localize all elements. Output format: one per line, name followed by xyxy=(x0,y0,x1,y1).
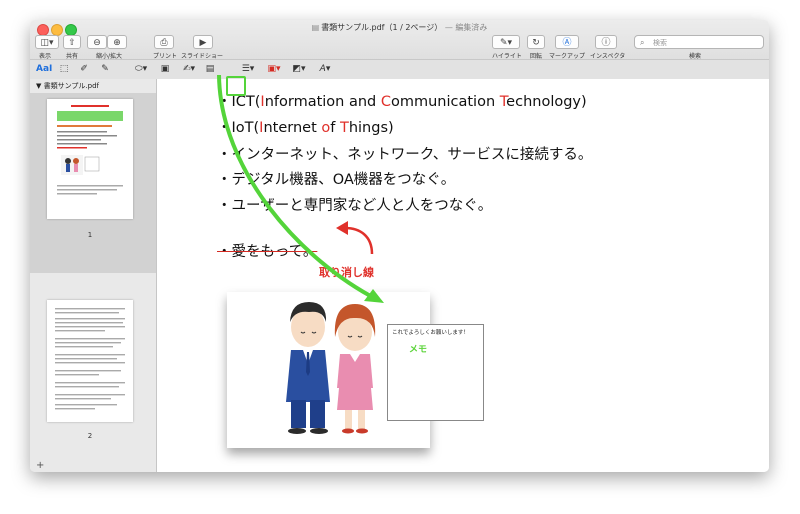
document-view: ・ICT(Information and Communication Techn… xyxy=(157,79,769,472)
zoom-out-icon: ⊖ xyxy=(93,38,101,48)
rotate-icon: ↻ xyxy=(532,38,540,48)
memo-note[interactable]: これでよろしくお願いします！ メモ xyxy=(387,324,484,421)
strike-annotation-label: 取り消し線 xyxy=(319,266,374,279)
note-tool-highlight xyxy=(226,76,246,96)
sketch-icon[interactable]: ✐ xyxy=(78,63,90,76)
zoom-in-button[interactable]: ⊕ xyxy=(107,35,127,49)
font-style-icon[interactable]: A▾ xyxy=(314,63,336,76)
text-box-icon[interactable]: ▣ xyxy=(159,63,171,76)
search-input[interactable]: ⌕ 検索 xyxy=(634,35,764,49)
document-line: ・ICT(Information and Communication Techn… xyxy=(217,90,587,111)
line-text: C xyxy=(380,94,391,110)
border-color-icon[interactable]: ▣▾ xyxy=(263,63,285,76)
search-icon: ⌕ xyxy=(640,38,645,47)
share-icon: ⇧ xyxy=(68,38,76,48)
line-text: ・インターネット、ネットワーク、サービスに接続する。 xyxy=(217,147,593,163)
share-button[interactable]: ⇧ xyxy=(63,35,81,49)
page-number-1: 1 xyxy=(87,231,93,239)
inspector-button[interactable]: ⓘ xyxy=(595,35,617,49)
page-number-2: 2 xyxy=(87,432,93,440)
print-button[interactable]: ⎙ xyxy=(154,35,174,49)
markup-toolbar: AaI ⬚ ✐ ✎ ⬭▾ ▣ ✍▾ ▤ ☰▾ ▣▾ ◩▾ A▾ xyxy=(30,59,769,79)
signature-icon[interactable]: ✍▾ xyxy=(178,63,200,76)
document-icon: ▤ xyxy=(311,23,320,32)
markup-icon: Ⓐ xyxy=(562,38,572,48)
rotate-button[interactable]: ↻ xyxy=(527,35,545,49)
line-prefix: ・ICT( xyxy=(217,94,261,110)
thumbnail-content-2 xyxy=(55,308,125,410)
markup-button[interactable]: Ⓐ xyxy=(555,35,579,49)
window-title: ▤ 書類サンプル.pdf（1 / 2ページ） — 編集済み xyxy=(311,23,488,32)
note-icon[interactable]: ▤ xyxy=(204,63,216,76)
play-icon: ▶ xyxy=(199,38,207,48)
sidebar-doc-title: ▼ 書類サンプル.pdf xyxy=(36,82,99,90)
rect-select-icon[interactable]: ⬚ xyxy=(58,63,70,76)
sidebar: ▼ 書類サンプル.pdf 1 2 + xyxy=(30,79,157,472)
line-text: nternet xyxy=(263,120,322,136)
preview-window: ▤ 書類サンプル.pdf（1 / 2ページ） — 編集済み ◫▾ 表示 ⇧ 共有 … xyxy=(30,20,769,472)
sidebar-icon: ◫▾ xyxy=(40,38,54,48)
shapes-icon[interactable]: ⬭▾ xyxy=(130,63,152,76)
add-icon[interactable]: + xyxy=(36,460,44,471)
line-prefix: ・IoT( xyxy=(217,120,260,136)
document-line: ・ユーザーと専門家など人と人をつなぐ。 xyxy=(217,194,492,215)
line-text: hings) xyxy=(348,120,394,136)
info-icon: ⓘ xyxy=(601,38,611,48)
line-style-icon[interactable]: ☰▾ xyxy=(237,63,259,76)
fill-color-icon[interactable]: ◩▾ xyxy=(288,63,310,76)
zoom-in-icon: ⊕ xyxy=(113,38,121,48)
zoom-out-button[interactable]: ⊖ xyxy=(87,35,107,49)
memo-text: これでよろしくお願いします！ xyxy=(392,330,469,336)
memo-label: メモ xyxy=(409,345,428,355)
line-text: T xyxy=(339,120,349,136)
page-thumbnail-2[interactable] xyxy=(47,300,133,422)
slideshow-button[interactable]: ▶ xyxy=(193,35,213,49)
document-line: ・インターネット、ネットワーク、サービスに接続する。 xyxy=(217,143,592,164)
text-selection-tool[interactable]: AaI xyxy=(36,63,52,76)
document-line: ・IoT(Internet of Things) xyxy=(217,116,394,137)
document-line: ・デジタル機器、OA機器をつなぐ。 xyxy=(217,168,455,189)
printer-icon: ⎙ xyxy=(160,38,168,48)
line-text: f xyxy=(330,120,340,136)
line-text: ommunication xyxy=(390,94,500,110)
line-text: ・デジタル機器、OA機器をつなぐ。 xyxy=(217,172,456,188)
page-thumbnail-1[interactable] xyxy=(47,99,133,219)
draw-icon[interactable]: ✎ xyxy=(98,63,112,76)
pen-icon: ✎▾ xyxy=(499,38,513,48)
struck-text: ・愛をもって。 xyxy=(217,244,318,260)
line-text: ・ユーザーと専門家など人と人をつなぐ。 xyxy=(217,198,493,214)
line-text: echnology) xyxy=(506,94,587,110)
view-menu-button[interactable]: ◫▾ xyxy=(35,35,59,49)
highlight-button[interactable]: ✎▾ xyxy=(492,35,520,49)
thumbnail-content-1 xyxy=(57,105,123,195)
line-text: o xyxy=(321,120,331,136)
line-text: nformation and xyxy=(264,94,381,110)
